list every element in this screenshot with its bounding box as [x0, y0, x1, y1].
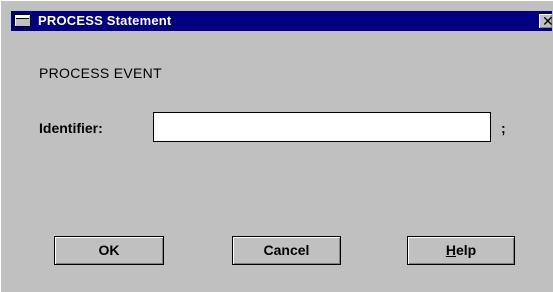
system-menu-bar [16, 16, 29, 19]
help-mnemonic: H [445, 242, 456, 258]
close-icon: ✕ [542, 13, 553, 29]
window-title: PROCESS Statement [38, 13, 172, 28]
process-statement-dialog: PROCESS Statement ✕ PROCESS EVENT Identi… [0, 0, 553, 292]
cancel-button[interactable]: Cancel [232, 236, 341, 265]
system-menu-icon[interactable] [14, 14, 31, 27]
title-bar[interactable]: PROCESS Statement ✕ [11, 11, 553, 31]
ok-button[interactable]: OK [54, 236, 164, 265]
help-button[interactable]: Help [407, 236, 515, 265]
statement-terminator: ; [501, 120, 506, 136]
identifier-label: Identifier: [39, 120, 103, 136]
close-button[interactable]: ✕ [539, 13, 553, 29]
statement-heading: PROCESS EVENT [39, 65, 162, 81]
help-label-rest: elp [455, 242, 477, 258]
identifier-input[interactable] [153, 112, 491, 142]
